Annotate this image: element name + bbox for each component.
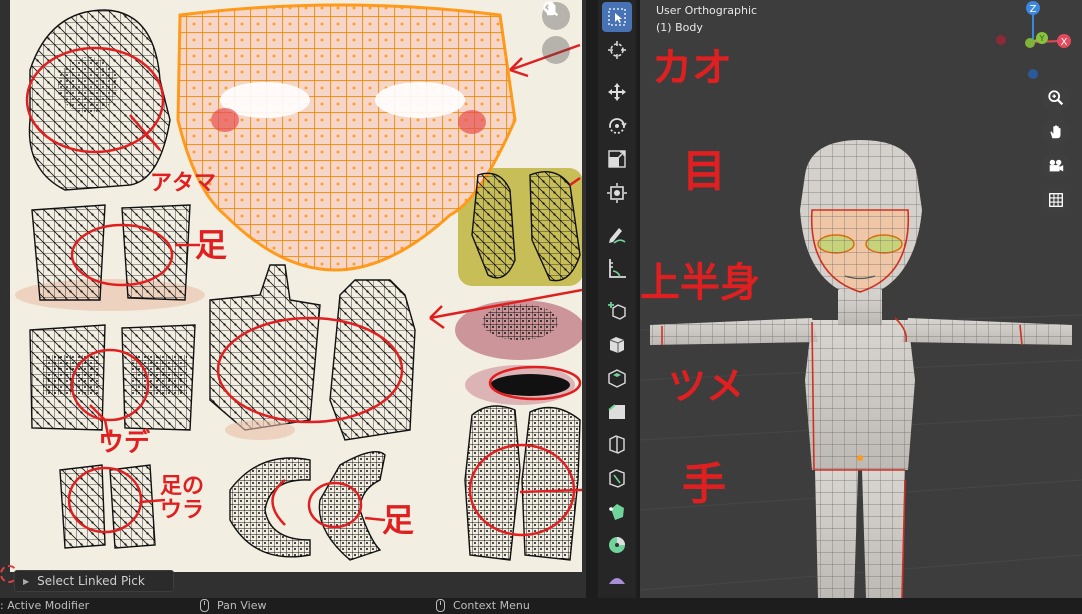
status-bar: : Active Modifier Pan View Context Menu	[0, 598, 1082, 614]
spin-icon[interactable]	[602, 531, 632, 561]
add-cube-icon[interactable]	[602, 295, 632, 325]
scale-icon[interactable]	[602, 145, 632, 175]
area-splitter[interactable]	[586, 0, 594, 598]
mouse-right-icon	[436, 599, 445, 612]
inset-icon[interactable]	[602, 362, 632, 392]
annotation-upper-body: 上半身	[640, 260, 760, 306]
disclosure-triangle-icon[interactable]: ▶	[23, 577, 29, 586]
y-axis-label: Y	[1039, 34, 1045, 43]
last-operator-label: Select Linked Pick	[37, 574, 145, 588]
navigation-gizmo[interactable]: Z X Y	[986, 0, 1076, 84]
annotation-soles: 足のウラ	[160, 474, 205, 523]
view-name: User Orthographic	[656, 4, 758, 17]
uv-canvas[interactable]: アタマ 足 ウデ 足のウラ 足	[10, 0, 582, 572]
extrude-icon[interactable]	[602, 329, 632, 359]
mouse-middle-icon	[200, 599, 209, 612]
poly-build-icon[interactable]	[602, 497, 632, 527]
annotation-legs: 足	[195, 226, 228, 264]
smooth-icon[interactable]	[602, 564, 632, 594]
grid-view-icon[interactable]	[1042, 186, 1070, 214]
transform-icon[interactable]	[602, 178, 632, 208]
bevel-icon[interactable]	[602, 396, 632, 426]
knife-icon[interactable]	[602, 463, 632, 493]
status-pan-view: Pan View	[200, 599, 266, 612]
select-box-icon[interactable]	[602, 2, 632, 32]
annotation-arms: ウデ	[98, 428, 151, 458]
annotation-hands: 手	[682, 459, 726, 510]
rotate-icon[interactable]	[602, 111, 632, 141]
camera-icon[interactable]	[1042, 152, 1070, 180]
measure-icon[interactable]	[602, 253, 632, 283]
zoom-icon[interactable]	[1042, 84, 1070, 112]
uv-editor[interactable]: アタマ 足 ウデ 足のウラ 足 ▶ Select Linked Pick	[0, 0, 586, 598]
x-axis-label: X	[1061, 37, 1068, 48]
status-context-menu: Context Menu	[436, 599, 530, 612]
move-icon[interactable]	[602, 77, 632, 107]
last-operator-panel[interactable]: ▶ Select Linked Pick	[14, 570, 174, 592]
annotation-head: アタマ	[150, 171, 217, 196]
annotation-nails: ツメ	[668, 364, 745, 408]
tool-shelf	[598, 0, 636, 598]
object-name: (1) Body	[656, 21, 703, 34]
loop-cut-icon[interactable]	[602, 430, 632, 460]
annotate-icon[interactable]	[602, 220, 632, 250]
uv-islands	[15, 3, 582, 561]
neg-y-axis[interactable]	[1025, 38, 1035, 48]
annotation-face: カオ	[652, 45, 732, 91]
annotation-eyes: 目	[682, 146, 726, 197]
pan-hand-icon[interactable]	[1042, 118, 1070, 146]
z-axis-label: Z	[1030, 4, 1037, 15]
uv-navigation	[542, 0, 574, 64]
cursor-icon[interactable]	[602, 36, 632, 66]
pan-hand-icon[interactable]	[542, 2, 570, 64]
viewport-navigation	[1042, 84, 1070, 214]
neg-z-axis[interactable]	[1028, 69, 1038, 79]
neg-x-axis[interactable]	[996, 35, 1006, 45]
status-active-modifier: : Active Modifier	[0, 599, 90, 612]
annotation-feet: 足	[382, 501, 415, 539]
viewport-overlay-text: User Orthographic (1) Body	[656, 2, 757, 36]
